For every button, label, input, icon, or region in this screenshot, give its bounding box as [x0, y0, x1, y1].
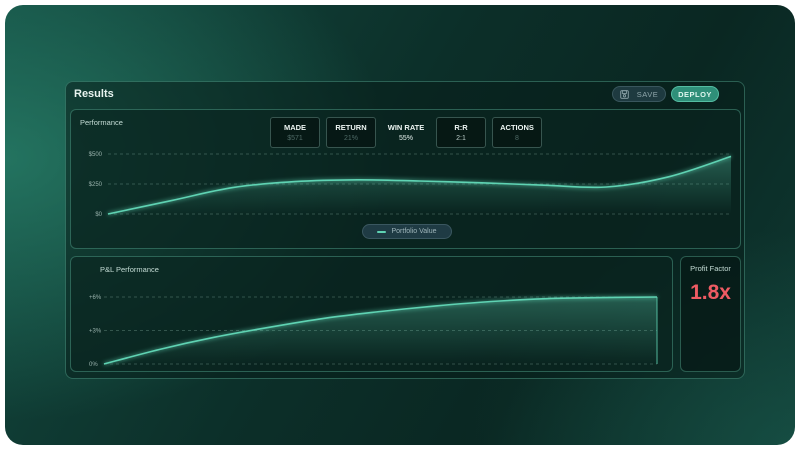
profit-factor-card: Profit Factor 1.8x: [680, 256, 741, 372]
save-button-label: SAVE: [636, 89, 659, 99]
y-tick-label: $250: [89, 182, 103, 188]
series-area: [108, 156, 731, 214]
y-tick-label: 0%: [89, 362, 98, 368]
results-title: Results: [74, 88, 114, 100]
legend-portfolio-value[interactable]: Portfolio Value: [362, 224, 452, 239]
y-tick-label: +3%: [89, 329, 102, 335]
pnl-panel: P&L Performance +6% +3% 0%: [70, 256, 673, 372]
results-panel: Results SAVE DEPLOY Performance MADE $57…: [65, 81, 745, 379]
y-tick-label: +6%: [89, 295, 102, 301]
profit-factor-value: 1.8x: [690, 281, 731, 304]
save-button[interactable]: SAVE: [612, 86, 666, 102]
performance-panel: Performance MADE $571 RETURN 21% WIN RAT…: [70, 109, 741, 249]
save-icon: [620, 89, 629, 99]
pnl-chart: +6% +3% 0%: [89, 295, 658, 368]
profit-factor-label: Profit Factor: [690, 264, 731, 273]
deploy-button[interactable]: DEPLOY: [671, 86, 719, 102]
series-area: [104, 297, 657, 364]
legend-swatch: [377, 230, 387, 233]
y-tick-label: $500: [89, 152, 103, 158]
legend-label: Portfolio Value: [391, 228, 437, 235]
y-tick-label: $0: [95, 212, 102, 218]
app-frame: Results SAVE DEPLOY Performance MADE $57…: [5, 5, 795, 445]
